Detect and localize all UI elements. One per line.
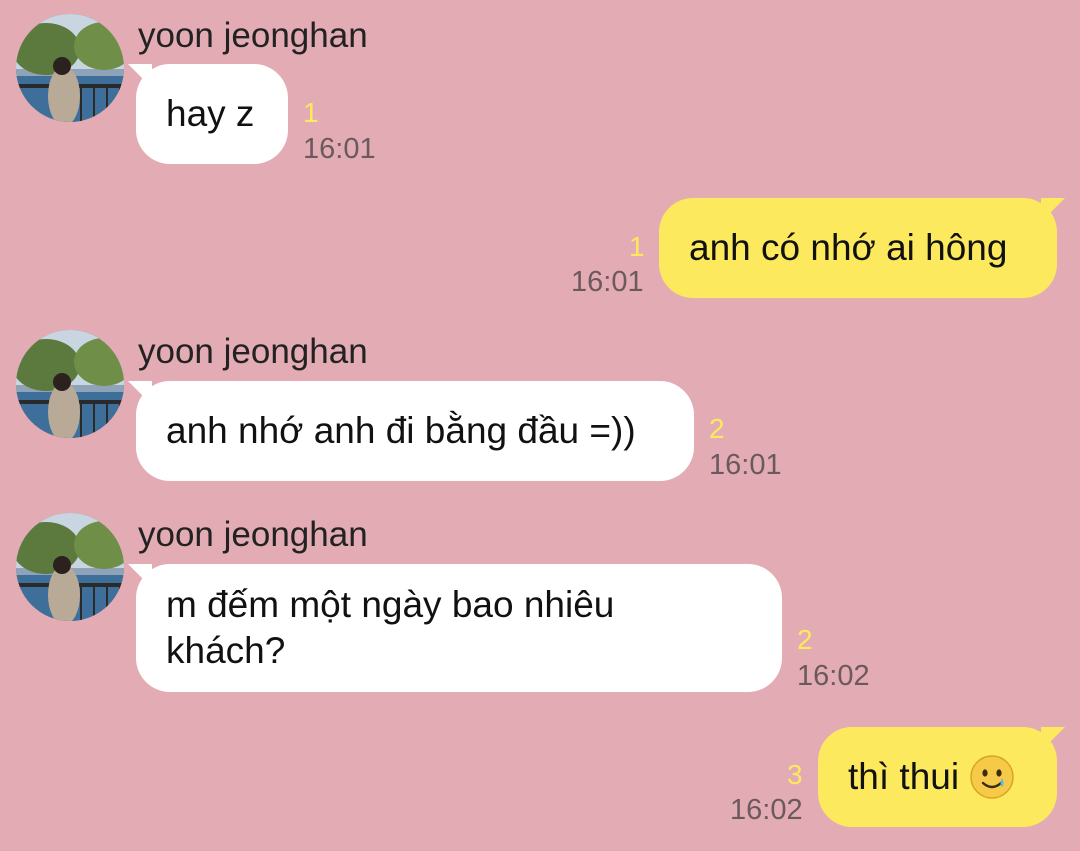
- bubble-tail: [1041, 198, 1065, 222]
- bubble-tail: [128, 381, 152, 405]
- avatar-photo-icon: [16, 330, 124, 438]
- bubble-tail: [1041, 727, 1065, 751]
- contact-avatar[interactable]: [16, 330, 124, 438]
- message-text: m đếm một ngày bao nhiêu khách?: [166, 584, 615, 671]
- bubble-tail: [128, 564, 152, 588]
- message-time: 16:02: [730, 794, 803, 826]
- smiling-face-with-tear-emoji-icon: [970, 755, 1014, 799]
- message-text: thì thui: [848, 756, 960, 797]
- message-text: hay z: [166, 93, 255, 134]
- message-bubble[interactable]: m đếm một ngày bao nhiêu khách?: [128, 564, 782, 692]
- unread-count: 2: [797, 624, 813, 655]
- message-bubble[interactable]: anh có nhớ ai hông: [659, 198, 1065, 298]
- message-time: 16:01: [571, 266, 644, 298]
- unread-count: 1: [303, 97, 319, 128]
- message-time: 16:01: [709, 449, 782, 481]
- message-text: anh nhớ anh đi bằng đầu =)): [166, 410, 636, 451]
- unread-count: 1: [629, 231, 645, 262]
- contact-avatar[interactable]: [16, 513, 124, 621]
- unread-count: 2: [709, 413, 725, 444]
- avatar-photo-icon: [16, 14, 124, 122]
- unread-count: 3: [787, 759, 803, 790]
- sender-name: yoon jeonghan: [138, 515, 368, 554]
- sender-name: yoon jeonghan: [138, 332, 368, 371]
- message-time: 16:01: [303, 133, 376, 165]
- message-bubble[interactable]: thì thui: [818, 727, 1065, 827]
- message-bubble[interactable]: hay z: [128, 64, 288, 164]
- message-time: 16:02: [797, 660, 870, 692]
- message-bubble[interactable]: anh nhớ anh đi bằng đầu =)): [128, 381, 694, 481]
- message-text: anh có nhớ ai hông: [689, 227, 1008, 268]
- bubble-tail: [128, 64, 152, 88]
- avatar-photo-icon: [16, 513, 124, 621]
- contact-avatar[interactable]: [16, 14, 124, 122]
- sender-name: yoon jeonghan: [138, 16, 368, 55]
